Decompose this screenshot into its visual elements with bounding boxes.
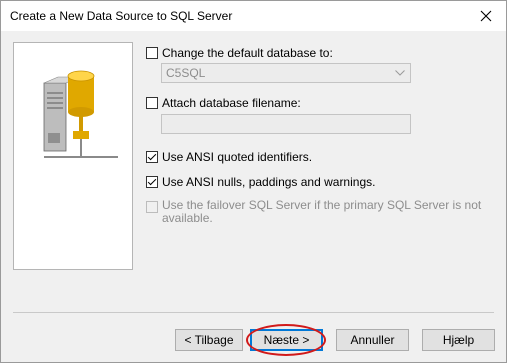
ansi-nulls-row: Use ANSI nulls, paddings and warnings. (146, 175, 375, 189)
attach-db-row: Attach database filename: (146, 96, 301, 110)
change-default-db-label: Change the default database to: (162, 46, 333, 60)
change-default-db-checkbox[interactable] (146, 47, 158, 59)
ansi-quoted-row: Use ANSI quoted identifiers. (146, 150, 312, 164)
ansi-quoted-checkbox[interactable] (146, 151, 158, 163)
next-button[interactable]: Næste > (250, 329, 323, 351)
ansi-quoted-label: Use ANSI quoted identifiers. (162, 150, 313, 164)
failover-row: Use the failover SQL Server if the prima… (146, 199, 481, 225)
default-database-select: C5SQL (161, 63, 411, 83)
back-button[interactable]: < Tilbage (175, 329, 243, 351)
attach-db-filename-input (161, 114, 411, 134)
footer-separator (13, 312, 494, 313)
chevron-down-icon (390, 70, 410, 76)
window-title: Create a New Data Source to SQL Server (10, 9, 233, 23)
dialog-window: Create a New Data Source to SQL Server C… (0, 0, 507, 363)
attach-db-checkbox[interactable] (146, 97, 158, 109)
failover-checkbox (146, 201, 158, 213)
close-button[interactable] (466, 1, 506, 31)
default-database-value: C5SQL (166, 66, 206, 80)
help-button[interactable]: Hjælp (422, 329, 495, 351)
attach-db-label: Attach database filename: (162, 96, 301, 110)
server-database-icon (43, 70, 118, 158)
ansi-nulls-checkbox[interactable] (146, 176, 158, 188)
close-icon (480, 10, 492, 22)
wizard-illustration-panel (13, 42, 133, 270)
ansi-nulls-label: Use ANSI nulls, paddings and warnings. (162, 175, 376, 189)
cancel-button[interactable]: Annuller (336, 329, 409, 351)
failover-label-line2: available. (162, 211, 213, 225)
change-default-db-row: Change the default database to: (146, 46, 333, 60)
title-bar: Create a New Data Source to SQL Server (1, 1, 506, 31)
